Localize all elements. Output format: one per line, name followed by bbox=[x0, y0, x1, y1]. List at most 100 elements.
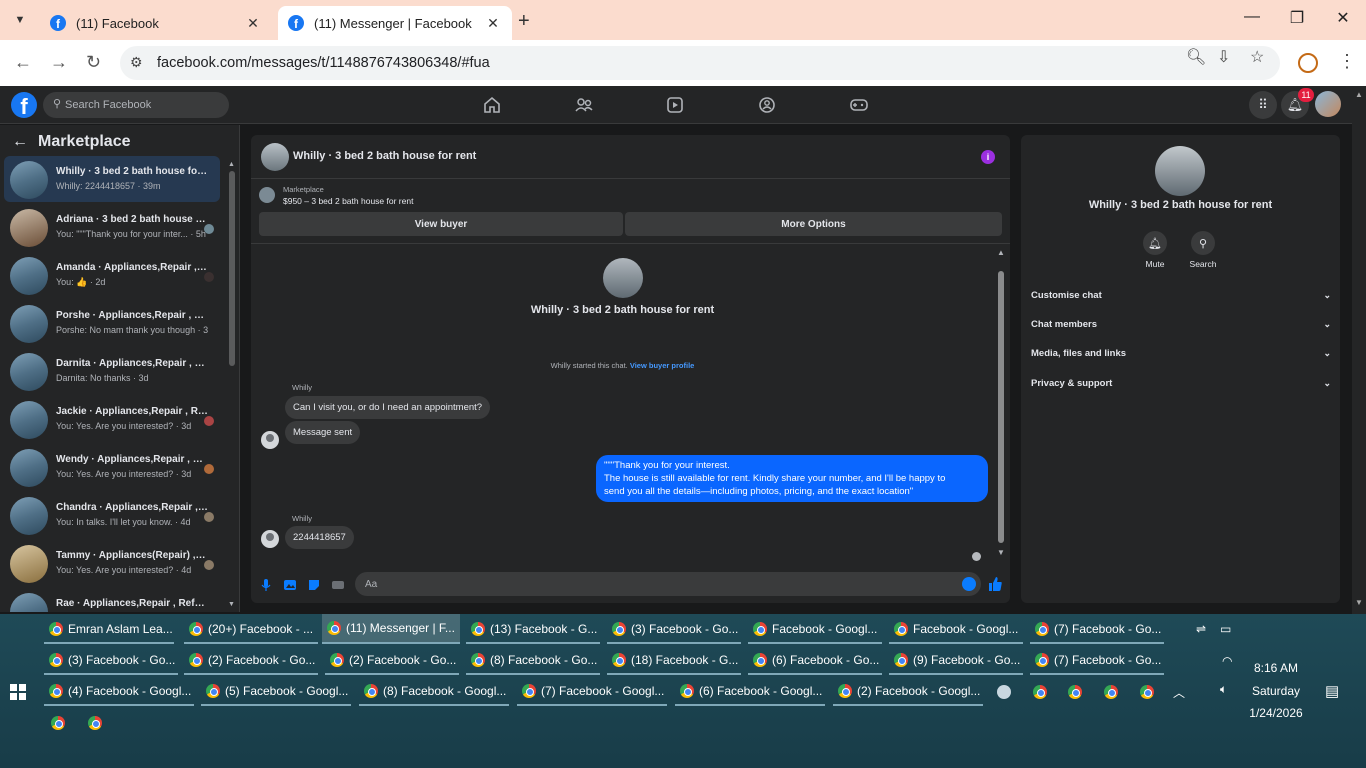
scroll-down-icon[interactable]: ▼ bbox=[1355, 598, 1363, 607]
taskbar-window[interactable]: (2) Facebook - Go... bbox=[184, 647, 318, 675]
taskbar-window[interactable]: (18) Facebook - G... bbox=[607, 647, 741, 675]
conversation-item[interactable]: Chandra · Appliances,Repair , Refrigerat… bbox=[4, 492, 220, 538]
taskbar-window[interactable]: (9) Facebook - Go... bbox=[889, 647, 1023, 675]
conversation-item[interactable]: Rae · Appliances,Repair , Refrigerator bbox=[4, 588, 220, 612]
message-bubble-incoming[interactable]: 2244418657 bbox=[285, 526, 354, 549]
reload-button[interactable]: ↻ bbox=[86, 52, 101, 73]
facebook-search-box[interactable]: ⚲ bbox=[43, 92, 229, 118]
chrome-icon[interactable] bbox=[1068, 685, 1082, 699]
tab-search-button[interactable]: ▼ bbox=[8, 8, 32, 32]
facebook-logo-icon[interactable]: f bbox=[11, 92, 37, 118]
usb-icon[interactable]: ⇌ bbox=[1196, 622, 1206, 636]
conversation-item[interactable]: Darnita · Appliances,Repair , Refrigerat… bbox=[4, 348, 220, 394]
chrome-icon[interactable] bbox=[1140, 685, 1154, 699]
message-input-box[interactable] bbox=[355, 572, 981, 596]
conversation-item[interactable]: Whilly · 3 bed 2 bath house for rent Whi… bbox=[4, 156, 220, 202]
emoji-icon[interactable] bbox=[962, 577, 976, 591]
omnibox[interactable]: ⚙ facebook.com/messages/t/11488767438063… bbox=[120, 46, 1280, 80]
chat-scrollbar[interactable]: ▲ ▼ bbox=[996, 248, 1006, 560]
taskbar-window[interactable]: (3) Facebook - Go... bbox=[44, 647, 178, 675]
battery-icon[interactable]: ▭ bbox=[1220, 622, 1231, 636]
forward-button[interactable]: → bbox=[50, 52, 68, 73]
taskbar-window[interactable]: (7) Facebook - Go... bbox=[1030, 616, 1164, 644]
taskbar-window[interactable]: (7) Facebook - Googl... bbox=[517, 678, 667, 706]
section-media-files-links[interactable]: Media, files and links ⌄ bbox=[1031, 343, 1331, 363]
zoom-icon[interactable]: 🔍︎ bbox=[1186, 47, 1206, 67]
marketplace-listing-bar[interactable]: Marketplace $950 – 3 bed 2 bath house fo… bbox=[259, 185, 1002, 209]
scroll-up-icon[interactable]: ▲ bbox=[1355, 90, 1363, 99]
more-options-button[interactable]: More Options bbox=[625, 212, 1002, 236]
taskbar-window[interactable]: Facebook - Googl... bbox=[889, 616, 1023, 644]
site-info-icon[interactable]: ⚙ bbox=[130, 54, 143, 71]
wifi-icon[interactable]: ◠ bbox=[1222, 654, 1232, 668]
chrome-icon[interactable] bbox=[88, 716, 102, 730]
maximize-button[interactable]: ❐ bbox=[1274, 8, 1320, 28]
app-icon[interactable] bbox=[997, 685, 1011, 699]
taskbar-window[interactable]: (2) Facebook - Googl... bbox=[833, 678, 983, 706]
taskbar-window[interactable]: (6) Facebook - Googl... bbox=[675, 678, 825, 706]
section-customise-chat[interactable]: Customise chat ⌄ bbox=[1031, 285, 1331, 305]
clock-time[interactable]: 8:16 AM bbox=[1236, 661, 1316, 675]
chevron-up-icon[interactable]: ︿ bbox=[1173, 684, 1185, 701]
groups-icon[interactable] bbox=[757, 95, 777, 115]
home-icon[interactable] bbox=[482, 95, 502, 115]
taskbar-window[interactable]: Emran Aslam Lea... bbox=[44, 616, 174, 644]
gif-icon[interactable] bbox=[331, 578, 345, 592]
close-window-button[interactable]: ✕ bbox=[1320, 8, 1366, 28]
message-input[interactable] bbox=[365, 576, 945, 592]
browser-tab-messenger[interactable]: f (11) Messenger | Facebook ✕ bbox=[278, 6, 512, 40]
like-icon[interactable] bbox=[987, 576, 1003, 592]
taskbar-window[interactable]: (13) Facebook - G... bbox=[466, 616, 600, 644]
chrome-icon[interactable] bbox=[51, 716, 65, 730]
avatar[interactable] bbox=[261, 143, 289, 171]
taskbar-window[interactable]: (8) Facebook - Go... bbox=[466, 647, 600, 675]
taskbar-window[interactable]: (2) Facebook - Go... bbox=[325, 647, 459, 675]
section-privacy-support[interactable]: Privacy & support ⌄ bbox=[1031, 373, 1331, 393]
scroll-down-icon[interactable]: ▼ bbox=[228, 601, 235, 608]
bookmark-star-icon[interactable]: ☆ bbox=[1250, 47, 1264, 67]
profile-icon[interactable] bbox=[1298, 53, 1318, 73]
chat-title[interactable]: Whilly · 3 bed 2 bath house for rent bbox=[293, 150, 476, 162]
conversation-item[interactable]: Jackie · Appliances,Repair , Refrigerato… bbox=[4, 396, 220, 442]
mute-button[interactable]: 🔔︎ Mute bbox=[1135, 231, 1175, 269]
menu-grid-icon[interactable]: ⠿ bbox=[1249, 91, 1277, 119]
page-scrollbar[interactable]: ▲ ▼ bbox=[1352, 86, 1366, 614]
taskbar-window[interactable]: (7) Facebook - Go... bbox=[1030, 647, 1164, 675]
scroll-up-icon[interactable]: ▲ bbox=[997, 248, 1005, 257]
tab-close-icon[interactable]: ✕ bbox=[484, 15, 502, 32]
photo-icon[interactable] bbox=[283, 578, 297, 592]
browser-tab-facebook[interactable]: f (11) Facebook ✕ bbox=[40, 6, 272, 40]
notifications-icon[interactable]: ▤ bbox=[1325, 682, 1339, 700]
taskbar-window[interactable]: (3) Facebook - Go... bbox=[607, 616, 741, 644]
install-app-icon[interactable]: ⇩ bbox=[1217, 47, 1230, 67]
facebook-search-input[interactable] bbox=[65, 96, 215, 114]
taskbar-window[interactable]: (11) Messenger | F... bbox=[322, 614, 460, 644]
taskbar-window[interactable]: (20+) Facebook - ... bbox=[184, 616, 318, 644]
view-buyer-button[interactable]: View buyer bbox=[259, 212, 623, 236]
back-button[interactable]: ← bbox=[14, 52, 32, 73]
message-bubble-incoming[interactable]: Can I visit you, or do I need an appoint… bbox=[285, 396, 491, 419]
message-bubble-incoming[interactable]: Message sent bbox=[285, 421, 361, 444]
conversation-item[interactable]: Amanda · Appliances,Repair , Refrigerato… bbox=[4, 252, 220, 298]
friends-icon[interactable] bbox=[574, 95, 594, 115]
view-buyer-profile-link[interactable]: View buyer profile bbox=[630, 361, 694, 370]
scroll-down-icon[interactable]: ▼ bbox=[997, 548, 1005, 557]
sidebar-scrollbar[interactable]: ▲ ▼ bbox=[228, 161, 236, 611]
video-icon[interactable] bbox=[665, 95, 685, 115]
message-bubble-outgoing[interactable]: """Thank you for your interest. The hous… bbox=[596, 455, 988, 502]
new-tab-button[interactable]: + bbox=[518, 10, 530, 33]
gaming-icon[interactable] bbox=[849, 95, 869, 115]
volume-icon[interactable]: 🔈︎ bbox=[1220, 682, 1227, 697]
taskbar-window[interactable]: (8) Facebook - Googl... bbox=[359, 678, 509, 706]
chrome-icon[interactable] bbox=[1033, 685, 1047, 699]
minimize-button[interactable]: — bbox=[1229, 8, 1275, 26]
conversation-item[interactable]: Porshe · Appliances,Repair , Refrigerato… bbox=[4, 300, 220, 346]
sticker-icon[interactable] bbox=[307, 578, 321, 592]
taskbar-window[interactable]: (4) Facebook - Googl... bbox=[44, 678, 194, 706]
search-conversation-button[interactable]: ⚲ Search bbox=[1183, 231, 1223, 269]
browser-menu-icon[interactable]: ⋮ bbox=[1338, 51, 1356, 72]
clock-date[interactable]: 1/24/2026 bbox=[1236, 706, 1316, 720]
conversation-item[interactable]: Wendy · Appliances,Repair , Refrigerator… bbox=[4, 444, 220, 490]
conversation-item[interactable]: Adriana · 3 bed 2 bath house for rent Yo… bbox=[4, 204, 220, 250]
taskbar-window[interactable]: Facebook - Googl... bbox=[748, 616, 882, 644]
